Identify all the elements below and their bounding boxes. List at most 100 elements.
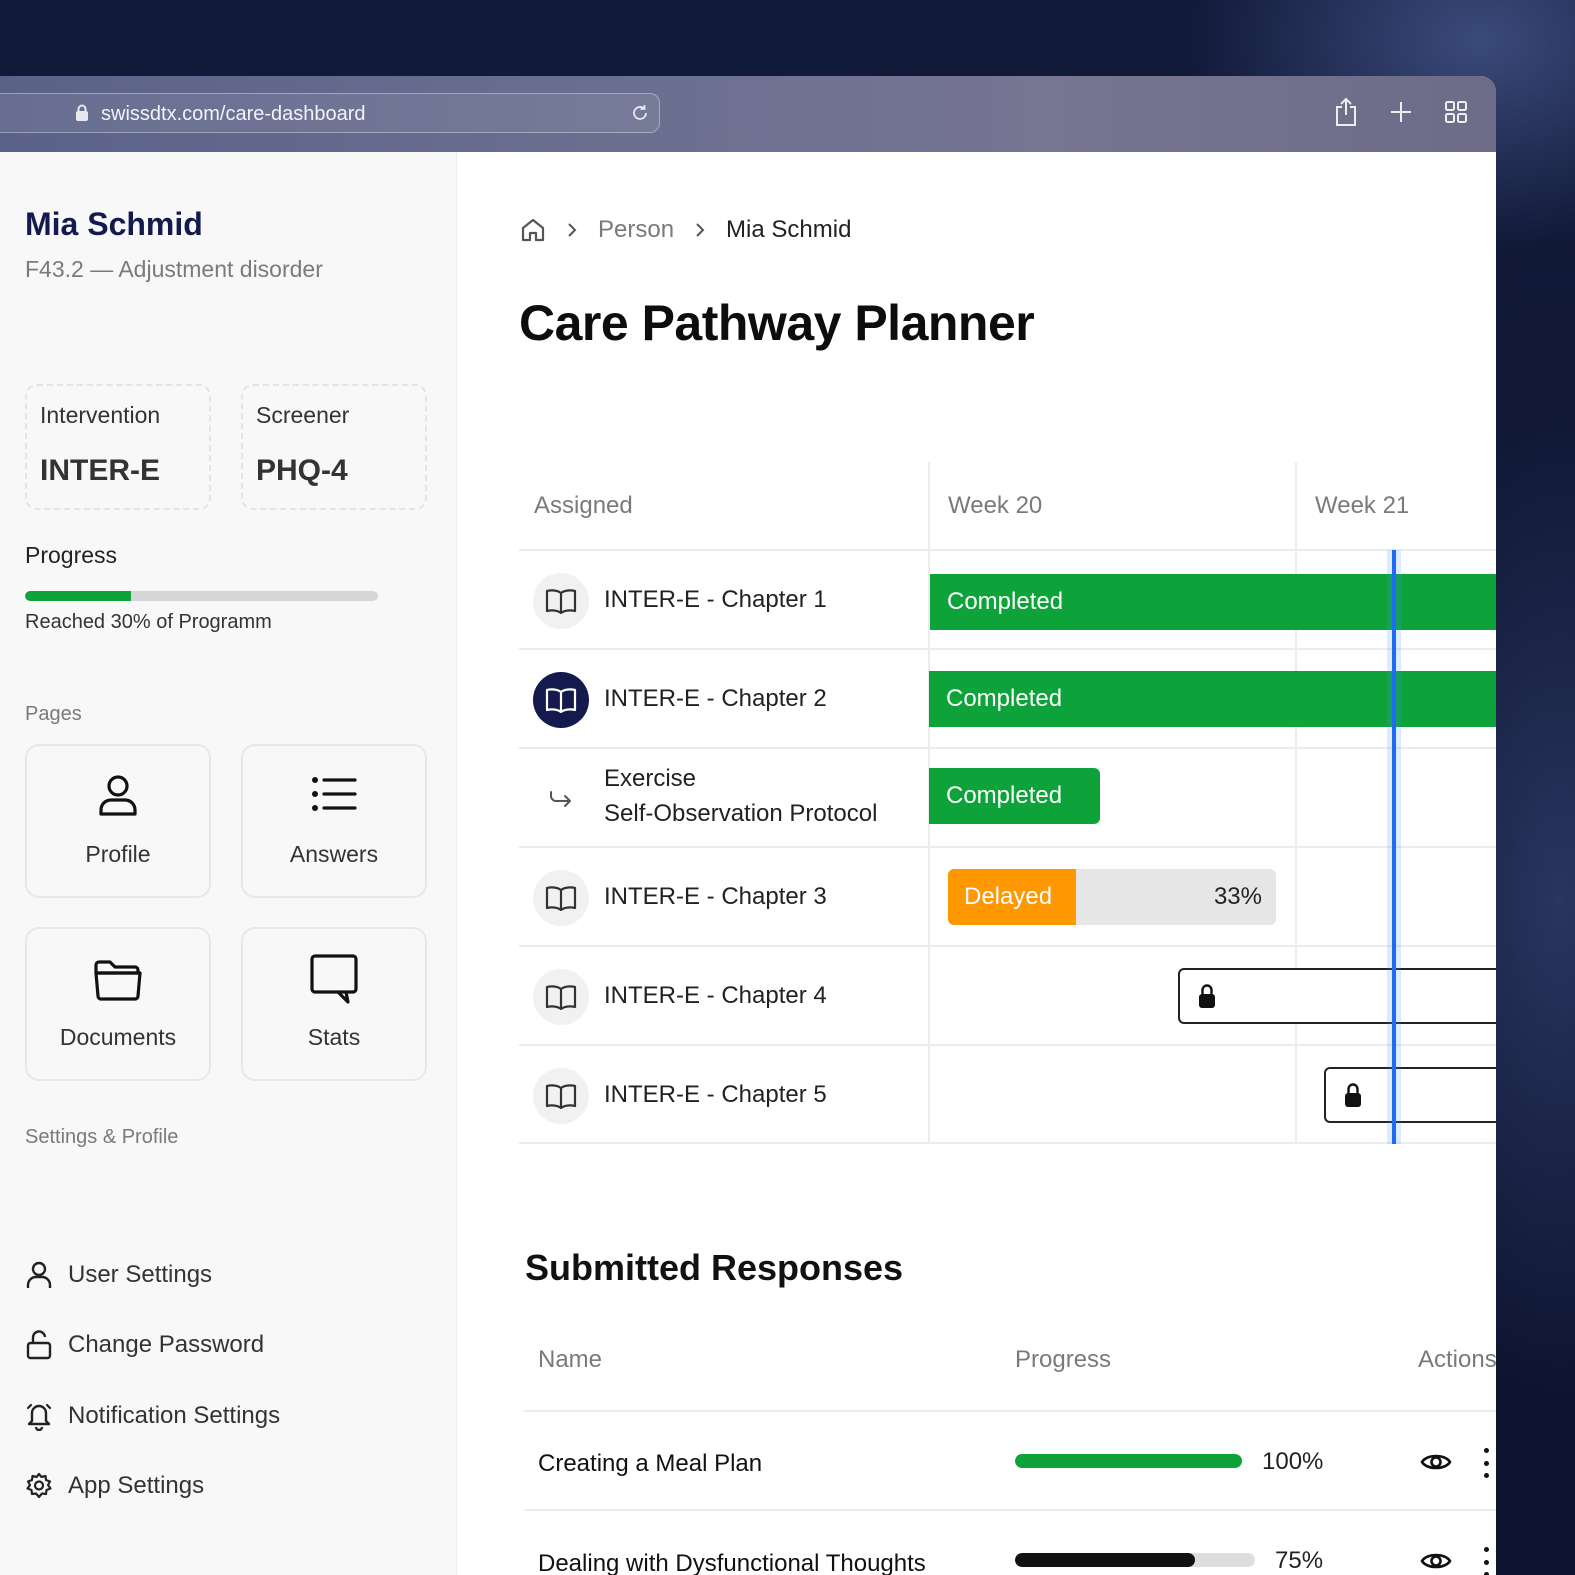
settings-item-label: App Settings	[68, 1472, 205, 1499]
more-options-icon[interactable]	[1480, 1448, 1492, 1478]
response-progress-bar	[1015, 1553, 1255, 1567]
row-title: INTER-E - Chapter 4	[604, 982, 827, 1009]
gear-icon	[25, 1472, 53, 1500]
eye-icon[interactable]	[1420, 1450, 1452, 1474]
patient-name: Mia Schmid	[25, 206, 203, 242]
pages-section-label: Pages	[25, 703, 82, 725]
column-header-name: Name	[538, 1346, 603, 1373]
page-card-label: Answers	[289, 841, 379, 867]
unlock-icon	[25, 1330, 53, 1360]
lock-icon	[1345, 1083, 1361, 1107]
lock-icon	[76, 104, 88, 121]
column-header-week-20: Week 20	[948, 492, 1043, 519]
tab-overview-icon[interactable]	[1440, 96, 1472, 128]
row-title: INTER-E - Chapter 2	[604, 685, 827, 712]
program-progress-fill	[25, 591, 131, 601]
settings-item-app-settings[interactable]: App Settings	[25, 1468, 204, 1504]
delayed-percent: 33%	[1213, 883, 1262, 910]
page-card-documents[interactable]: Documents	[25, 927, 211, 1081]
response-name: Creating a Meal Plan	[538, 1450, 763, 1477]
status-bar-completed[interactable]: Completed	[930, 574, 1496, 630]
book-icon	[533, 672, 589, 728]
care-pathway-gantt: Assigned Week 20 Week 21 INTER-E - Chapt…	[519, 462, 1496, 1144]
planner-row[interactable]: INTER-E - Chapter 2	[519, 649, 929, 748]
settings-item-label: User Settings	[68, 1261, 213, 1288]
sidebar: Mia Schmid F43.2 — Adjustment disorder I…	[0, 152, 457, 1575]
more-options-icon[interactable]	[1480, 1547, 1492, 1575]
status-bar-completed[interactable]: Completed	[929, 671, 1496, 727]
page-card-stats[interactable]: Stats	[241, 927, 427, 1081]
response-progress-bar	[1015, 1454, 1242, 1468]
response-progress-value: 100%	[1262, 1448, 1324, 1475]
settings-item-change-password[interactable]: Change Password	[25, 1327, 264, 1363]
progress-text: Reached 30% of Programm	[25, 611, 272, 633]
status-bar-completed[interactable]: Completed	[929, 768, 1100, 824]
person-icon	[27, 774, 209, 822]
home-icon[interactable]	[520, 217, 546, 243]
status-bar-delayed[interactable]: Delayed 33%	[948, 869, 1276, 925]
row-title: INTER-E - Chapter 5	[604, 1081, 827, 1108]
intervention-value: INTER-E	[40, 454, 160, 487]
book-icon	[533, 1068, 589, 1124]
planner-row[interactable]: INTER-E - Chapter 3	[519, 847, 929, 946]
settings-item-user-settings[interactable]: User Settings	[25, 1257, 212, 1293]
planner-row[interactable]: Exercise Self-Observation Protocol	[519, 748, 929, 847]
reload-icon[interactable]	[629, 102, 651, 124]
column-header-progress: Progress	[1015, 1346, 1112, 1373]
progress-title: Progress	[25, 542, 118, 568]
today-marker-line	[1387, 550, 1401, 1144]
new-tab-icon[interactable]	[1385, 96, 1417, 128]
response-progress-fill	[1015, 1553, 1195, 1567]
screener-value: PHQ-4	[256, 454, 348, 487]
chat-bubble-icon	[243, 953, 425, 1004]
response-name: Dealing with Dysfunctional Thoughts	[538, 1550, 926, 1575]
grid-divider	[1295, 462, 1297, 1144]
url-text: swissdtx.com/care-dashboard	[101, 103, 366, 125]
status-bar-locked[interactable]	[1324, 1067, 1496, 1123]
row-title: Exercise Self-Observation Protocol	[604, 761, 877, 831]
planner-row[interactable]: INTER-E - Chapter 1	[519, 550, 929, 649]
browser-toolbar: swissdtx.com/care-dashboard	[0, 76, 1496, 152]
row-title-line: Exercise	[604, 765, 697, 792]
column-header-actions: Actions	[1418, 1346, 1496, 1373]
page-title: Care Pathway Planner	[519, 295, 1035, 351]
bell-icon	[25, 1402, 53, 1431]
page-card-answers[interactable]: Answers	[241, 744, 427, 898]
planner-row[interactable]: INTER-E - Chapter 5	[519, 1045, 929, 1144]
book-icon	[533, 573, 589, 629]
chevron-right-icon	[566, 221, 578, 239]
browser-window: swissdtx.com/care-dashboard Mia Schmid F…	[0, 76, 1496, 1575]
chevron-right-icon	[694, 221, 706, 239]
settings-item-notification-settings[interactable]: Notification Settings	[25, 1398, 280, 1434]
row-divider	[524, 1509, 1496, 1511]
row-title: INTER-E - Chapter 3	[604, 883, 827, 910]
column-header-week-21: Week 21	[1315, 492, 1410, 519]
page-card-profile[interactable]: Profile	[25, 744, 211, 898]
lock-icon	[1199, 984, 1215, 1008]
screener-card: Screener PHQ-4	[241, 384, 427, 510]
status-bar-locked[interactable]	[1178, 968, 1496, 1024]
list-icon	[243, 774, 425, 822]
eye-icon[interactable]	[1420, 1549, 1452, 1573]
settings-section-label: Settings & Profile	[25, 1126, 179, 1148]
book-icon	[533, 969, 589, 1025]
address-bar[interactable]: swissdtx.com/care-dashboard	[0, 93, 660, 133]
submitted-responses-title: Submitted Responses	[525, 1247, 904, 1288]
patient-diagnosis: F43.2 — Adjustment disorder	[25, 256, 323, 282]
breadcrumb-person[interactable]: Person	[598, 216, 674, 244]
intervention-card: Intervention INTER-E	[25, 384, 211, 510]
share-icon[interactable]	[1330, 96, 1362, 128]
exercise-arrow-icon	[533, 771, 589, 827]
screener-label: Screener	[256, 402, 350, 428]
row-title-line: Self-Observation Protocol	[604, 800, 878, 827]
response-progress-fill	[1015, 1454, 1242, 1468]
folder-icon	[27, 957, 209, 1005]
planner-row[interactable]: INTER-E - Chapter 4	[519, 946, 929, 1045]
user-icon	[25, 1261, 53, 1289]
breadcrumb: Person Mia Schmid	[520, 210, 851, 250]
book-icon	[533, 870, 589, 926]
page-card-label: Stats	[307, 1024, 361, 1050]
row-title: INTER-E - Chapter 1	[604, 586, 827, 613]
response-progress-value: 75%	[1275, 1547, 1324, 1574]
delayed-label: Delayed	[948, 869, 1076, 925]
